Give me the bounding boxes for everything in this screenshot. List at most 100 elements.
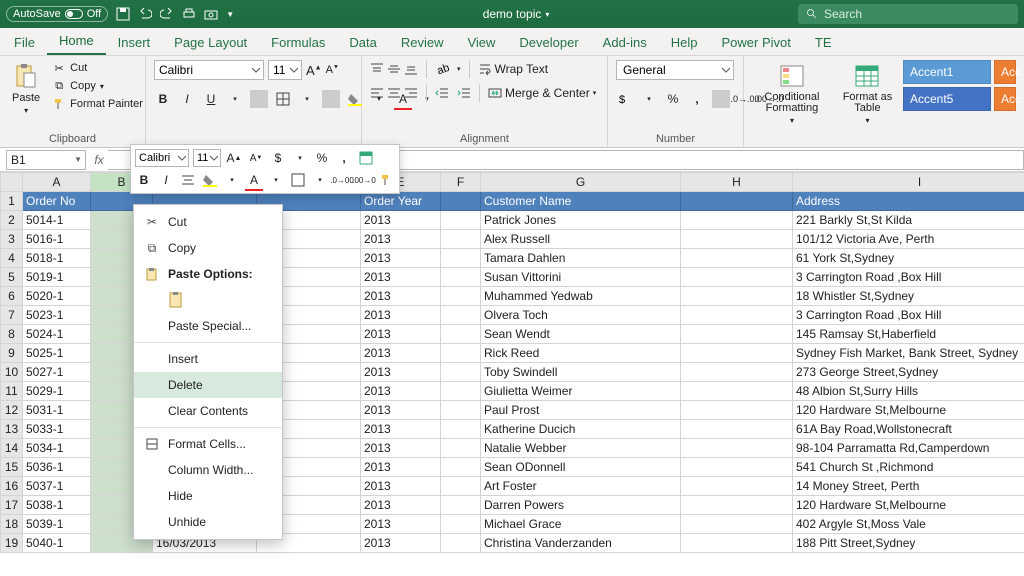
orientation-button[interactable]: ab xyxy=(435,62,449,76)
ctx-column-width[interactable]: Column Width... xyxy=(134,457,282,483)
cell-F3[interactable] xyxy=(441,230,481,249)
cell-F10[interactable] xyxy=(441,363,481,382)
bold-button[interactable]: B xyxy=(154,90,172,108)
camera-icon[interactable] xyxy=(204,7,218,21)
cell-F14[interactable] xyxy=(441,439,481,458)
cell-F19[interactable] xyxy=(441,534,481,553)
conditional-formatting-button[interactable]: Conditional Formatting▾ xyxy=(752,60,832,127)
cell-E5[interactable]: 2013 xyxy=(361,268,441,287)
cell-I1[interactable]: Address xyxy=(793,192,1024,211)
row-header-6[interactable]: 6 xyxy=(1,287,23,306)
cell-A13[interactable]: 5033-1 xyxy=(23,420,91,439)
cell-G18[interactable]: Michael Grace xyxy=(481,515,681,534)
cell-I16[interactable]: 14 Money Street, Perth xyxy=(793,477,1024,496)
mini-borders-icon[interactable] xyxy=(289,171,307,189)
increase-indent-icon[interactable] xyxy=(457,86,471,100)
cell-E11[interactable]: 2013 xyxy=(361,382,441,401)
cell-H3[interactable] xyxy=(681,230,793,249)
print-icon[interactable] xyxy=(182,7,196,21)
decrease-font-icon[interactable]: A▼ xyxy=(326,64,339,76)
tab-help[interactable]: Help xyxy=(659,29,710,55)
qat-dropdown-icon[interactable]: ▼ xyxy=(226,10,234,19)
cell-F18[interactable] xyxy=(441,515,481,534)
redo-icon[interactable] xyxy=(160,7,174,21)
cell-I10[interactable]: 273 George Street,Sydney xyxy=(793,363,1024,382)
cell-H6[interactable] xyxy=(681,287,793,306)
tab-add-ins[interactable]: Add-ins xyxy=(591,29,659,55)
cell-A19[interactable]: 5040-1 xyxy=(23,534,91,553)
cell-E7[interactable]: 2013 xyxy=(361,306,441,325)
tab-home[interactable]: Home xyxy=(47,27,106,55)
tab-data[interactable]: Data xyxy=(337,29,388,55)
format-painter-button[interactable]: Format Painter xyxy=(50,96,145,112)
row-header-14[interactable]: 14 xyxy=(1,439,23,458)
style-accent6[interactable]: Acc xyxy=(994,87,1016,111)
cell-I8[interactable]: 145 Ramsay St,Haberfield xyxy=(793,325,1024,344)
row-header-2[interactable]: 2 xyxy=(1,211,23,230)
cell-H13[interactable] xyxy=(681,420,793,439)
style-accent5[interactable]: Accent5 xyxy=(903,87,991,111)
font-size-select[interactable] xyxy=(268,60,302,80)
cell-A3[interactable]: 5016-1 xyxy=(23,230,91,249)
mini-inc-decimal-icon[interactable]: .0→00 xyxy=(333,171,351,189)
row-header-5[interactable]: 5 xyxy=(1,268,23,287)
cell-F1[interactable] xyxy=(441,192,481,211)
cell-E12[interactable]: 2013 xyxy=(361,401,441,420)
cell-G15[interactable]: Sean ODonnell xyxy=(481,458,681,477)
cell-F6[interactable] xyxy=(441,287,481,306)
cell-A7[interactable]: 5023-1 xyxy=(23,306,91,325)
comma-format-button[interactable]: , xyxy=(688,90,706,108)
cell-I9[interactable]: Sydney Fish Market, Bank Street, Sydney xyxy=(793,344,1024,363)
cell-A14[interactable]: 5034-1 xyxy=(23,439,91,458)
accounting-format-button[interactable]: $ xyxy=(616,90,634,108)
ctx-hide[interactable]: Hide xyxy=(134,483,282,509)
cell-G7[interactable]: Olvera Toch xyxy=(481,306,681,325)
fx-icon[interactable]: fx xyxy=(90,153,108,167)
cell-I12[interactable]: 120 Hardware St,Melbourne xyxy=(793,401,1024,420)
cell-G8[interactable]: Sean Wendt xyxy=(481,325,681,344)
cell-A1[interactable]: Order No xyxy=(23,192,91,211)
cell-H16[interactable] xyxy=(681,477,793,496)
cell-G16[interactable]: Art Foster xyxy=(481,477,681,496)
cell-H17[interactable] xyxy=(681,496,793,515)
cell-G9[interactable]: Rick Reed xyxy=(481,344,681,363)
cell-I11[interactable]: 48 Albion St,Surry Hills xyxy=(793,382,1024,401)
cell-A5[interactable]: 5019-1 xyxy=(23,268,91,287)
cell-A2[interactable]: 5014-1 xyxy=(23,211,91,230)
row-header-10[interactable]: 10 xyxy=(1,363,23,382)
mini-accounting-icon[interactable]: $ xyxy=(269,149,287,167)
ctx-clear-contents[interactable]: Clear Contents xyxy=(134,398,282,424)
cell-I2[interactable]: 221 Barkly St,St Kilda xyxy=(793,211,1024,230)
tab-review[interactable]: Review xyxy=(389,29,456,55)
cell-F13[interactable] xyxy=(441,420,481,439)
cell-E1[interactable]: Order Year xyxy=(361,192,441,211)
cell-A10[interactable]: 5027-1 xyxy=(23,363,91,382)
cell-F7[interactable] xyxy=(441,306,481,325)
cell-F9[interactable] xyxy=(441,344,481,363)
italic-button[interactable]: I xyxy=(178,90,196,108)
cell-F16[interactable] xyxy=(441,477,481,496)
cell-G5[interactable]: Susan Vittorini xyxy=(481,268,681,287)
mini-percent-icon[interactable]: % xyxy=(313,149,331,167)
mini-format-painter-icon[interactable] xyxy=(377,171,395,189)
cell-F15[interactable] xyxy=(441,458,481,477)
cell-F8[interactable] xyxy=(441,325,481,344)
mini-italic-icon[interactable]: I xyxy=(157,171,175,189)
name-box[interactable]: B1▼ xyxy=(6,150,86,170)
row-header-11[interactable]: 11 xyxy=(1,382,23,401)
row-header-4[interactable]: 4 xyxy=(1,249,23,268)
cell-G11[interactable]: Giulietta Weimer xyxy=(481,382,681,401)
cell-H4[interactable] xyxy=(681,249,793,268)
mini-decrease-font-icon[interactable]: A▼ xyxy=(247,149,265,167)
select-all-corner[interactable] xyxy=(1,173,23,192)
column-header-G[interactable]: G xyxy=(481,173,681,192)
row-header-7[interactable]: 7 xyxy=(1,306,23,325)
cell-A4[interactable]: 5018-1 xyxy=(23,249,91,268)
cell-H14[interactable] xyxy=(681,439,793,458)
cell-A8[interactable]: 5024-1 xyxy=(23,325,91,344)
cut-button[interactable]: ✂Cut xyxy=(50,60,145,76)
cell-I14[interactable]: 98-104 Parramatta Rd,Camperdown xyxy=(793,439,1024,458)
font-name-select[interactable] xyxy=(154,60,264,80)
row-header-17[interactable]: 17 xyxy=(1,496,23,515)
cell-A12[interactable]: 5031-1 xyxy=(23,401,91,420)
